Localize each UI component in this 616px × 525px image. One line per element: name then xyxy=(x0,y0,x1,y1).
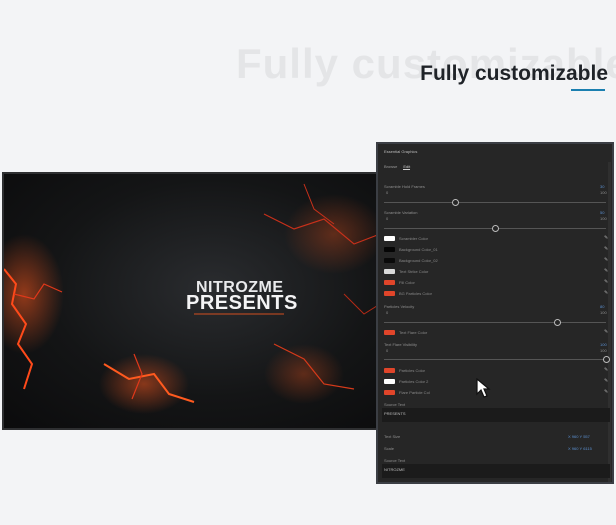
slider-track[interactable] xyxy=(384,319,606,326)
panel-scrollbar[interactable] xyxy=(608,162,611,482)
color-swatch[interactable] xyxy=(384,269,395,274)
eyedropper-icon[interactable]: ✎ xyxy=(604,269,608,274)
slider-thumb[interactable] xyxy=(452,199,460,206)
text-size-values[interactable]: X 960 Y 557 xyxy=(568,434,590,439)
slider-value[interactable]: 100 xyxy=(600,342,607,347)
slider-max: 100 xyxy=(600,310,607,315)
mouse-cursor-icon xyxy=(476,378,491,398)
color-swatch-label: Scrambler Color xyxy=(399,236,428,241)
color-swatch[interactable] xyxy=(384,368,395,373)
color-swatch[interactable] xyxy=(384,236,395,241)
source-text-value: PRESENTS xyxy=(384,411,406,416)
slider-label: Text Flare Visibility xyxy=(384,342,418,347)
panel-title: Essential Graphics xyxy=(384,149,418,154)
color-swatch-label: Fill Color xyxy=(399,280,415,285)
headline-underline xyxy=(571,89,605,91)
slider-track[interactable] xyxy=(384,356,610,363)
essential-graphics-panel: Essential Graphics Browse Edit Scramble … xyxy=(376,142,614,484)
color-swatch[interactable] xyxy=(384,330,395,335)
eyedropper-icon[interactable]: ✎ xyxy=(604,291,608,296)
text-size-label: Text Size xyxy=(384,434,401,439)
color-swatch[interactable] xyxy=(384,390,395,395)
source-text-label: Source Text xyxy=(384,458,406,463)
color-swatch[interactable] xyxy=(384,280,395,285)
color-swatch[interactable] xyxy=(384,258,395,263)
slider-min: 0 xyxy=(386,310,389,315)
eyedropper-icon[interactable]: ✎ xyxy=(604,368,608,373)
eyedropper-icon[interactable]: ✎ xyxy=(604,390,608,395)
source-text-value: NITROZME xyxy=(384,467,405,472)
source-text-field[interactable]: PRESENTS xyxy=(382,408,610,422)
slider-max: 100 xyxy=(600,348,607,353)
color-swatch-label: Particles Color xyxy=(399,368,426,373)
color-swatch-label: Background Color_02 xyxy=(399,258,438,263)
eyedropper-icon[interactable]: ✎ xyxy=(604,258,608,263)
slider-thumb[interactable] xyxy=(554,319,562,326)
slider-min: 0 xyxy=(386,190,389,195)
slider-max: 100 xyxy=(600,190,607,195)
slider-label: Scramble Variation xyxy=(384,210,418,215)
eyedropper-icon[interactable]: ✎ xyxy=(604,330,608,335)
source-text-label: Source Text xyxy=(384,402,406,407)
slider-thumb[interactable] xyxy=(492,225,499,232)
eyedropper-icon[interactable]: ✎ xyxy=(604,236,608,241)
color-swatch-label: Background Color_01 xyxy=(399,247,438,252)
color-swatch[interactable] xyxy=(384,291,395,296)
slider-min: 0 xyxy=(386,348,389,353)
tab-browse[interactable]: Browse xyxy=(384,164,397,170)
panel-tabs: Browse Edit xyxy=(384,164,411,170)
slider-track[interactable] xyxy=(384,199,606,206)
scale-label: Scale xyxy=(384,446,395,451)
headline: Fully customizable xyxy=(420,62,608,85)
color-swatch-label: Particles Color 2 xyxy=(399,379,429,384)
color-swatch[interactable] xyxy=(384,247,395,252)
slider-label: Scramble Hold Frames xyxy=(384,184,425,189)
eyedropper-icon[interactable]: ✎ xyxy=(604,379,608,384)
tab-edit[interactable]: Edit xyxy=(403,164,411,170)
slider-track[interactable] xyxy=(384,225,606,232)
color-swatch-label: Flare Particle Col xyxy=(399,390,430,395)
color-swatch[interactable] xyxy=(384,379,395,384)
eyedropper-icon[interactable]: ✎ xyxy=(604,247,608,252)
eyedropper-icon[interactable]: ✎ xyxy=(604,280,608,285)
slider-min: 0 xyxy=(386,216,389,221)
slider-label: Particles Velocity xyxy=(384,304,415,309)
slider-value[interactable]: 80 xyxy=(600,304,604,309)
slider-thumb[interactable] xyxy=(603,356,610,363)
color-swatch-label: Text Strike Color xyxy=(399,269,429,274)
brand-presents: PRESENTS xyxy=(186,292,298,314)
slider-max: 100 xyxy=(600,216,607,221)
scale-values[interactable]: X 960 Y 6115 xyxy=(568,446,592,451)
source-text-field[interactable]: NITROZME xyxy=(382,464,610,478)
color-swatch-label: Text Flare Color xyxy=(399,330,428,335)
color-swatch-label: BG Particles Color xyxy=(399,291,432,296)
slider-value[interactable]: 30 xyxy=(600,184,604,189)
slider-value[interactable]: 50 xyxy=(600,210,604,215)
